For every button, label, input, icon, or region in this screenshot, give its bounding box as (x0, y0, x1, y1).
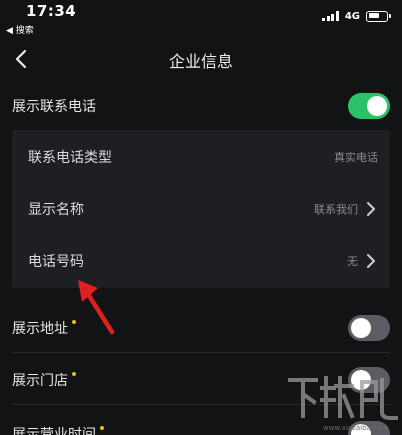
chevron-right-icon (367, 254, 375, 268)
battery-icon (366, 10, 391, 22)
page-title: 企业信息 (168, 52, 233, 71)
show-store-label: 展示门店 (12, 373, 68, 389)
phone-number-label: 电话号码 (28, 254, 84, 270)
display-name-row[interactable]: 显示名称 联系我们 (28, 194, 378, 224)
chevron-right-icon (367, 202, 375, 216)
show-phone-row: 展示联系电话 (12, 90, 390, 122)
show-address-label: 展示地址 (12, 321, 68, 337)
watermark-url: www.xiazaiba.com (323, 424, 388, 432)
status-time: 17:34 (26, 2, 77, 20)
phone-settings-panel: 联系电话类型 真实电话 显示名称 联系我们 电话号码 无 (12, 130, 390, 288)
required-dot (100, 426, 104, 430)
network-type: 4G (344, 10, 360, 22)
required-dot (72, 320, 76, 324)
show-phone-label: 展示联系电话 (12, 99, 96, 115)
status-indicators: 4G (322, 9, 391, 23)
show-address-row: 展示地址 (12, 312, 390, 344)
phone-type-row[interactable]: 联系电话类型 真实电话 (28, 142, 378, 172)
show-hours-label: 展示营业时间 (12, 427, 96, 435)
divider (12, 352, 390, 353)
watermark-logo (288, 376, 398, 420)
phone-number-value: 无 (347, 255, 358, 268)
display-name-value: 联系我们 (314, 203, 358, 216)
phone-type-label: 联系电话类型 (28, 150, 112, 166)
phone-number-row[interactable]: 电话号码 无 (28, 246, 378, 276)
signal-icon (322, 11, 339, 21)
show-phone-toggle[interactable] (348, 93, 390, 119)
required-dot (72, 372, 76, 376)
show-address-toggle[interactable] (348, 315, 390, 341)
display-name-label: 显示名称 (28, 202, 84, 218)
phone-type-value: 真实电话 (334, 151, 378, 164)
back-to-app-link[interactable]: ◀ 搜索 (6, 23, 34, 36)
navigation-bar: 企业信息 (0, 40, 402, 76)
status-bar: 17:34 ◀ 搜索 4G (0, 0, 402, 38)
